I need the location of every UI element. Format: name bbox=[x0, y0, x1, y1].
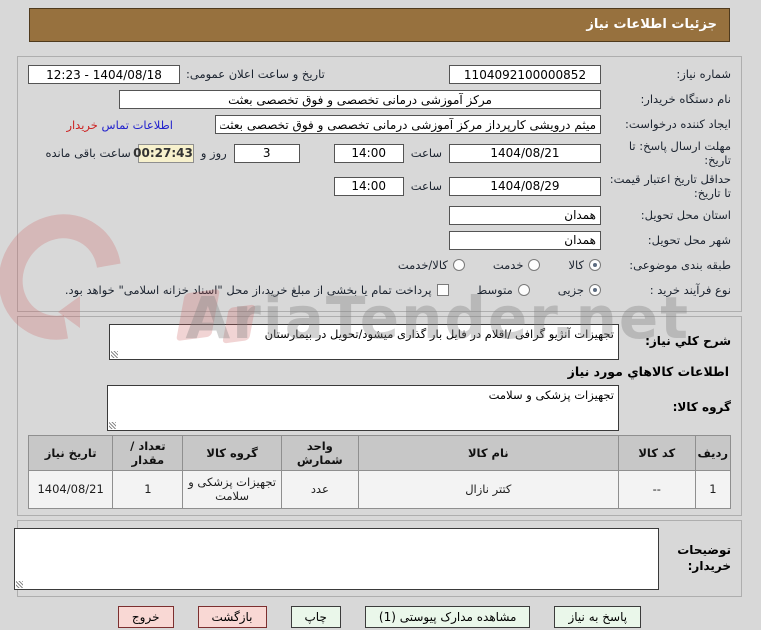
col-quantity: تعداد / مقدار bbox=[113, 434, 185, 471]
days-remaining-input[interactable] bbox=[234, 143, 301, 163]
radio-medium[interactable] bbox=[518, 284, 531, 296]
buyer-notes-textarea[interactable] bbox=[15, 527, 660, 590]
cell-goods-code: -- bbox=[618, 469, 697, 509]
cell-row-number: 1 bbox=[695, 469, 733, 509]
buyer-org-row: نام دستگاه خریدار: bbox=[29, 89, 732, 110]
request-creator-row: ایجاد کننده درخواست: اطلاعات تماس خریدار bbox=[29, 114, 732, 135]
radio-medium-label: متوسط bbox=[477, 283, 514, 297]
radio-goods-service-label: کالا/خدمت bbox=[398, 258, 449, 272]
price-validity-hour-label: ساعت bbox=[411, 179, 443, 194]
need-description-label: شرح کلي نیاز: bbox=[646, 333, 732, 348]
days-and-label: روز و bbox=[201, 146, 228, 161]
request-creator-input[interactable] bbox=[216, 115, 602, 134]
delivery-province-row: استان محل تحویل: bbox=[29, 205, 732, 226]
cell-count-unit: عدد bbox=[281, 469, 360, 509]
cell-need-date: 1404/08/21 bbox=[28, 469, 115, 509]
treasury-payment-checkbox[interactable] bbox=[437, 284, 450, 296]
page: جزئیات اطلاعات نیاز شماره نیاز: تاریخ و … bbox=[0, 8, 761, 630]
radio-goods-label: کالا bbox=[569, 258, 585, 272]
need-description-row: شرح کلي نیاز: تجهیزات آنژیو گرافی /اقلام… bbox=[29, 323, 732, 360]
exit-button[interactable]: خروج bbox=[118, 605, 175, 628]
announce-datetime-label: تاریخ و ساعت اعلان عمومی: bbox=[187, 67, 326, 82]
response-deadline-time-input[interactable] bbox=[334, 143, 405, 163]
col-goods-name: نام کالا bbox=[358, 434, 620, 471]
col-need-date: تاریخ نیاز bbox=[28, 434, 115, 471]
treasury-payment-label: پرداخت تمام یا بخشی از مبلغ خرید،از محل … bbox=[65, 283, 433, 297]
announce-datetime-input[interactable] bbox=[29, 65, 181, 84]
delivery-city-input[interactable] bbox=[450, 230, 602, 250]
goods-info-heading: اطلاعات کالاهاي مورد نیاز bbox=[568, 363, 730, 379]
cell-goods-name: کتتر نازال bbox=[358, 469, 620, 509]
response-deadline-date-input[interactable] bbox=[450, 143, 602, 163]
page-title: جزئیات اطلاعات نیاز bbox=[30, 8, 731, 42]
radio-minor-label: جزیی bbox=[558, 283, 585, 297]
price-validity-date-input[interactable] bbox=[450, 176, 602, 196]
respond-to-need-button[interactable]: پاسخ به نیاز bbox=[555, 605, 643, 628]
goods-section: شرح کلي نیاز: تجهیزات آنژیو گرافی /اقلام… bbox=[18, 315, 743, 516]
process-type-row: نوع فرآیند خرید : جزیی متوسط پرداخت تمام… bbox=[29, 280, 732, 301]
buyer-contact-link-buyer-word: خریدار bbox=[67, 117, 99, 132]
buyer-notes-label: توضیحات خریدار: bbox=[678, 542, 732, 573]
response-deadline-label: مهلت ارسال پاسخ: تا تاریخ: bbox=[629, 139, 732, 168]
goods-group-row: گروه کالا: تجهیزات پزشکی و سلامت bbox=[29, 384, 732, 431]
view-attachments-button[interactable]: مشاهده مدارک پیوستی (1) bbox=[365, 605, 532, 628]
need-number-row: شماره نیاز: تاریخ و ساعت اعلان عمومی: bbox=[29, 64, 732, 85]
action-button-row: پاسخ به نیاز مشاهده مدارک پیوستی (1) چاپ… bbox=[0, 605, 761, 628]
countdown-timer: 00:27:43 bbox=[134, 143, 195, 163]
need-description-textarea[interactable]: تجهیزات آنژیو گرافی /اقلام در فایل بار گ… bbox=[110, 323, 620, 360]
col-goods-code: کد کالا bbox=[618, 434, 697, 471]
print-button[interactable]: چاپ bbox=[291, 605, 342, 628]
price-validity-row: حداقل تاریخ اعتبار قیمت: تا تاریخ: ساعت bbox=[29, 172, 732, 201]
products-table: ردیف کد کالا نام کالا واحد شمارش گروه کا… bbox=[28, 434, 733, 509]
request-creator-label: ایجاد کننده درخواست: bbox=[626, 117, 732, 132]
delivery-city-row: شهر محل تحویل: bbox=[29, 230, 732, 251]
price-validity-time-input[interactable] bbox=[334, 176, 405, 196]
buyer-org-input[interactable] bbox=[120, 90, 602, 109]
delivery-province-label: استان محل تحویل: bbox=[641, 207, 732, 222]
back-button[interactable]: بازگشت bbox=[198, 605, 268, 628]
buyer-contact-link-text: اطلاعات تماس bbox=[102, 117, 174, 132]
col-row-number: ردیف bbox=[695, 434, 733, 471]
deadline-hour-label: ساعت bbox=[411, 146, 443, 161]
price-validity-label: حداقل تاریخ اعتبار قیمت: تا تاریخ: bbox=[610, 171, 732, 201]
details-section: شماره نیاز: تاریخ و ساعت اعلان عمومی: نا… bbox=[18, 56, 743, 312]
delivery-city-label: شهر محل تحویل: bbox=[648, 232, 732, 247]
response-deadline-row: مهلت ارسال پاسخ: تا تاریخ: ساعت روز و 00… bbox=[29, 139, 733, 168]
radio-service[interactable] bbox=[529, 259, 542, 271]
classification-row: طبقه بندی موضوعی: کالا خدمت کالا/خدمت bbox=[29, 255, 732, 276]
products-table-header-row: ردیف کد کالا نام کالا واحد شمارش گروه کا… bbox=[28, 434, 733, 471]
classification-label: طبقه بندی موضوعی: bbox=[630, 257, 732, 272]
delivery-province-input[interactable] bbox=[450, 205, 602, 225]
col-goods-group: گروه کالا bbox=[183, 434, 283, 471]
buyer-contact-link[interactable]: اطلاعات تماس خریدار bbox=[67, 118, 174, 132]
radio-goods-service[interactable] bbox=[453, 259, 466, 271]
cell-quantity: 1 bbox=[113, 469, 185, 509]
radio-minor[interactable] bbox=[590, 284, 602, 296]
cell-goods-group: تجهیزات پزشکی و سلامت bbox=[183, 469, 283, 509]
col-count-unit: واحد شمارش bbox=[281, 434, 360, 471]
goods-group-label: گروه کالا: bbox=[673, 400, 732, 414]
radio-service-label: خدمت bbox=[493, 258, 525, 272]
table-row: 1 -- کتتر نازال عدد تجهیزات پزشکی و سلام… bbox=[28, 469, 733, 509]
need-number-input[interactable] bbox=[450, 65, 602, 84]
process-type-label: نوع فرآیند خرید : bbox=[650, 282, 732, 297]
goods-group-textarea[interactable]: تجهیزات پزشکی و سلامت bbox=[108, 384, 620, 431]
radio-goods[interactable] bbox=[590, 259, 602, 271]
buyer-org-label: نام دستگاه خریدار: bbox=[641, 92, 732, 107]
need-number-label: شماره نیاز: bbox=[677, 67, 732, 82]
buyer-notes-section: توضیحات خریدار: bbox=[15, 519, 743, 597]
hours-remaining-label: ساعت باقی مانده bbox=[46, 146, 132, 161]
